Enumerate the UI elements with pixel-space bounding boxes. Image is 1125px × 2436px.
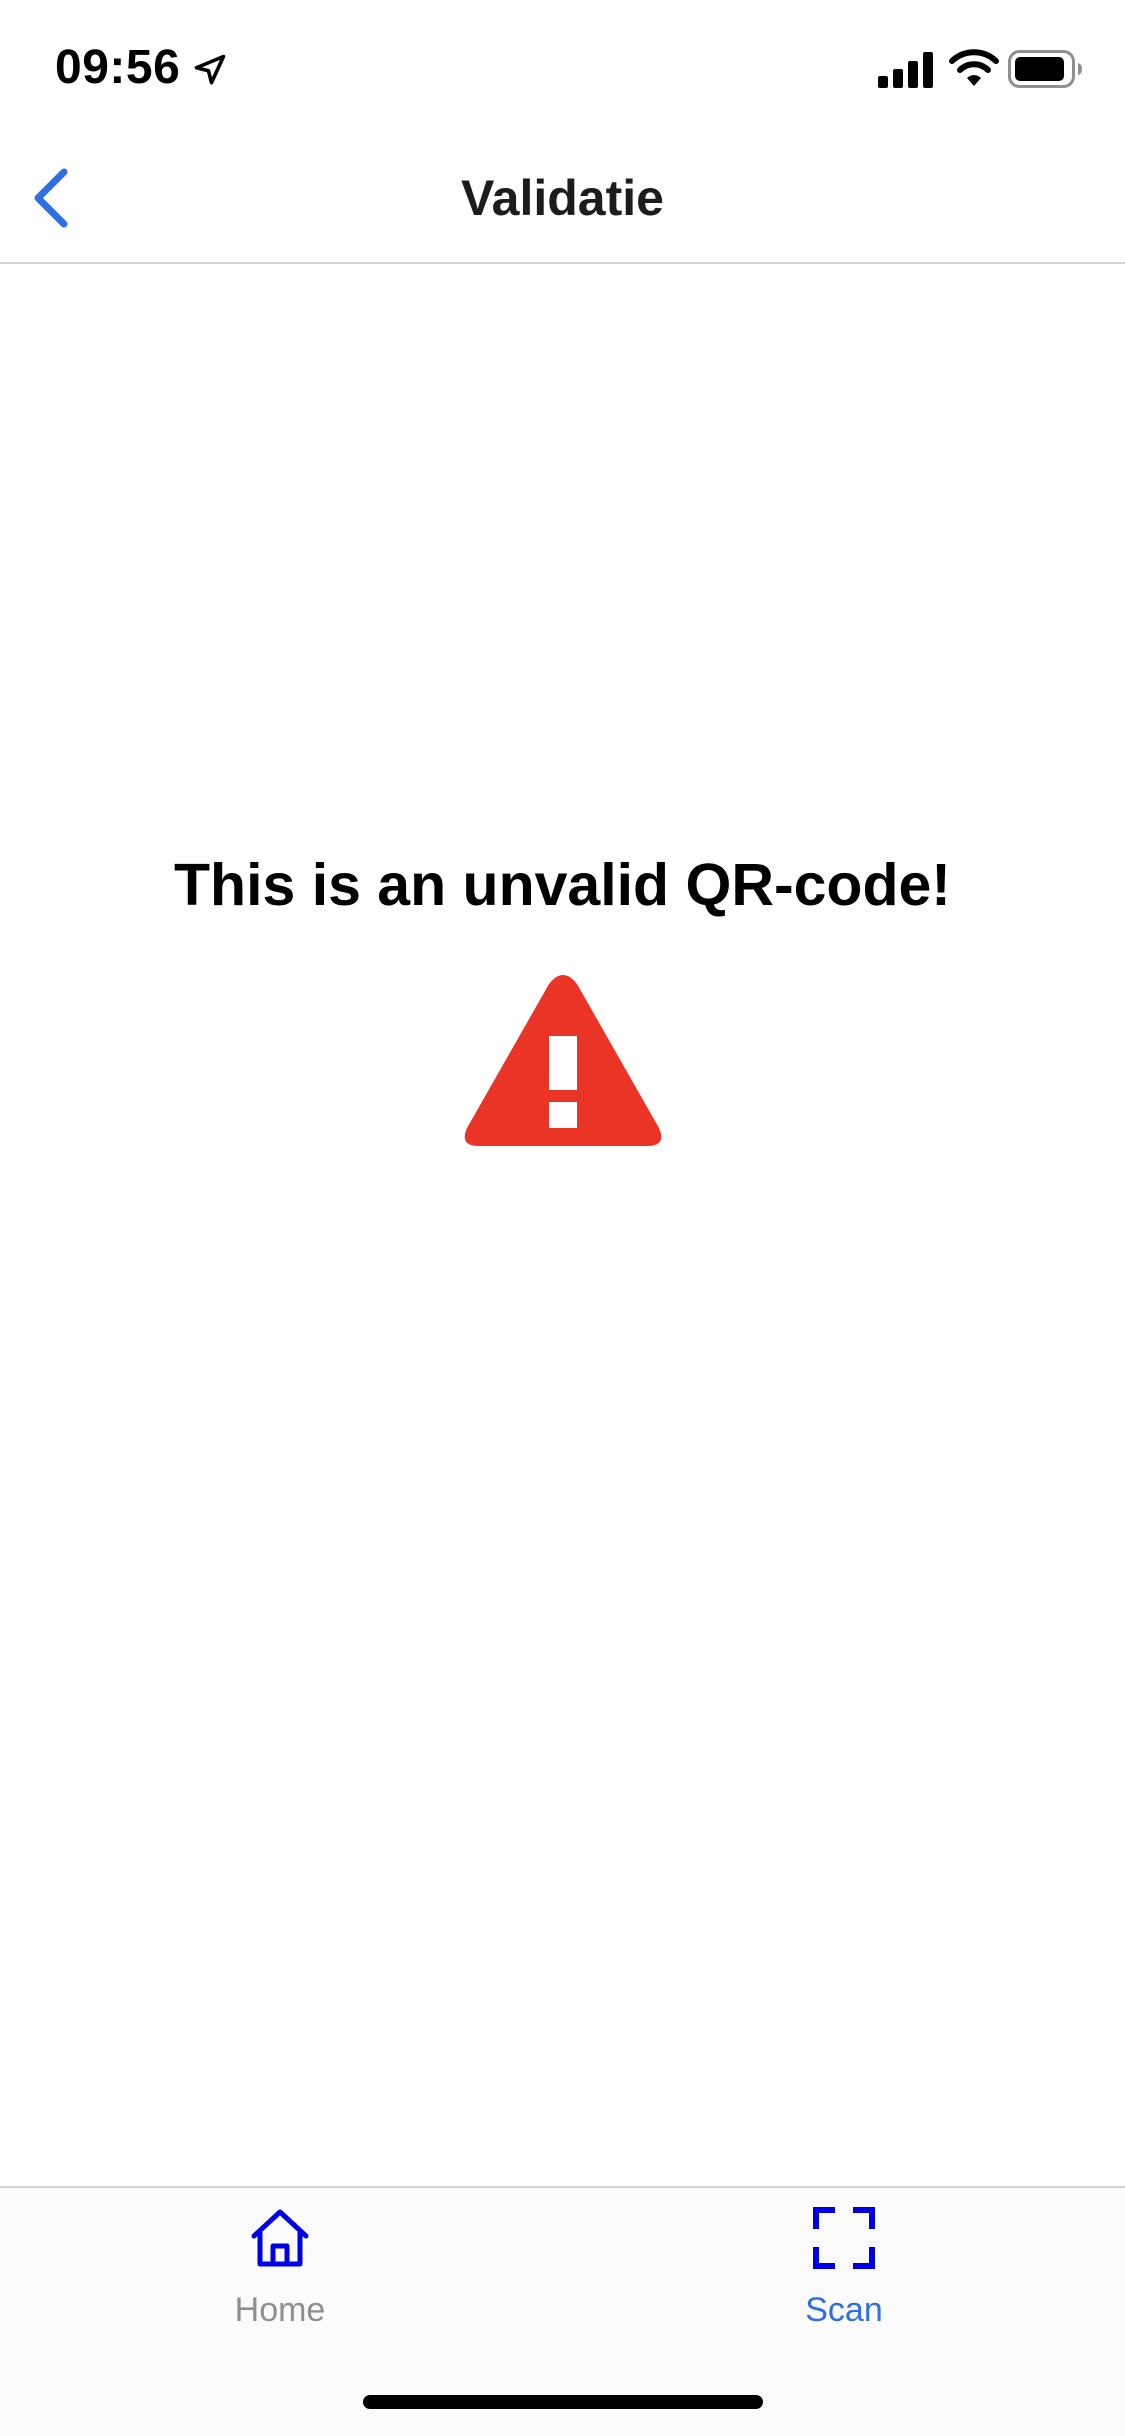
main-content: This is an unvalid QR-code! <box>0 264 1125 2186</box>
scan-frame-icon <box>813 2207 875 2269</box>
tab-home[interactable]: Home <box>140 2188 420 2348</box>
tab-scan[interactable]: Scan <box>704 2188 984 2348</box>
error-message: This is an unvalid QR-code! <box>174 852 951 918</box>
location-arrow-icon <box>194 54 226 85</box>
status-bar: 09:56 <box>0 0 1125 132</box>
page-title: Validatie <box>461 170 664 226</box>
cellular-signal-icon <box>878 52 933 88</box>
tab-scan-label: Scan <box>805 2291 883 2329</box>
navigation-bar: Validatie <box>0 132 1125 264</box>
tab-home-label: Home <box>234 2291 326 2329</box>
warning-triangle-icon <box>464 975 662 1146</box>
home-indicator[interactable] <box>363 2395 763 2409</box>
home-icon <box>251 2209 309 2267</box>
status-time: 09:56 <box>55 41 181 94</box>
validation-screen: 09:56 Validatie This is an unvalid QR-co… <box>0 0 1125 2436</box>
wifi-icon <box>949 49 999 86</box>
battery-icon <box>1008 50 1082 88</box>
